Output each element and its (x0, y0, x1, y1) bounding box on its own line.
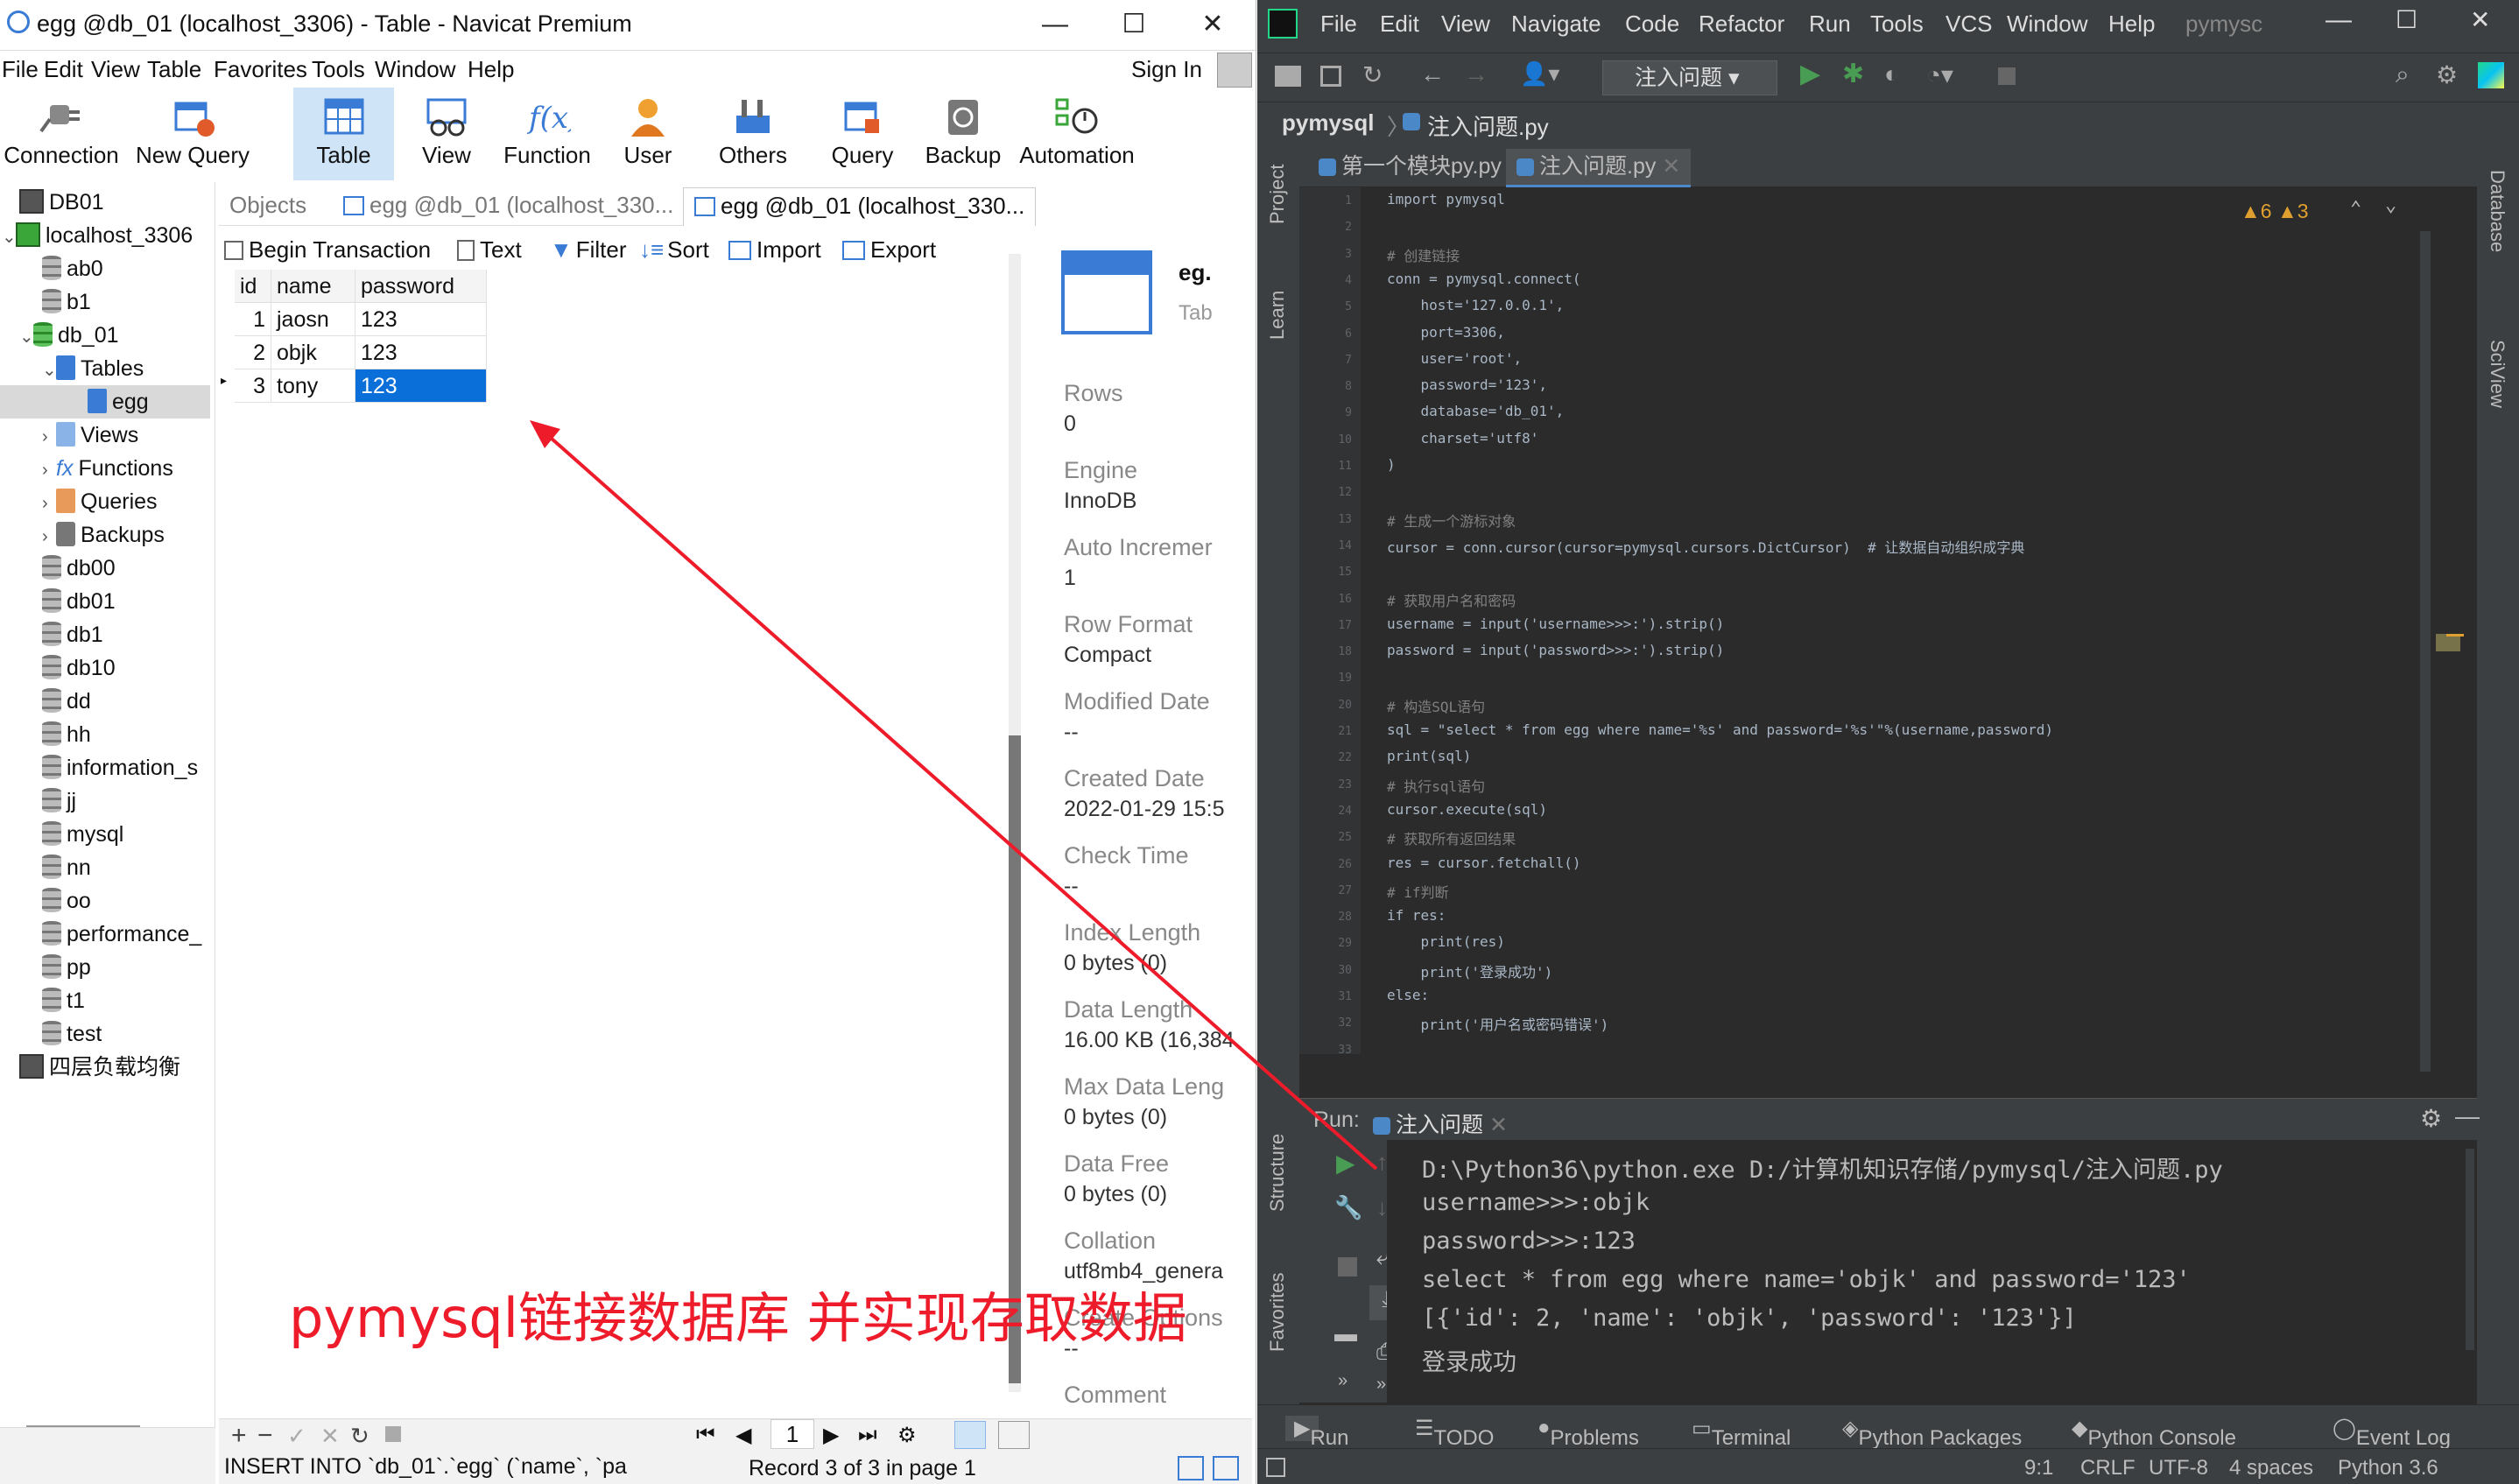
arrow-line (534, 423, 1378, 1171)
annotation-arrow (530, 420, 1378, 1171)
